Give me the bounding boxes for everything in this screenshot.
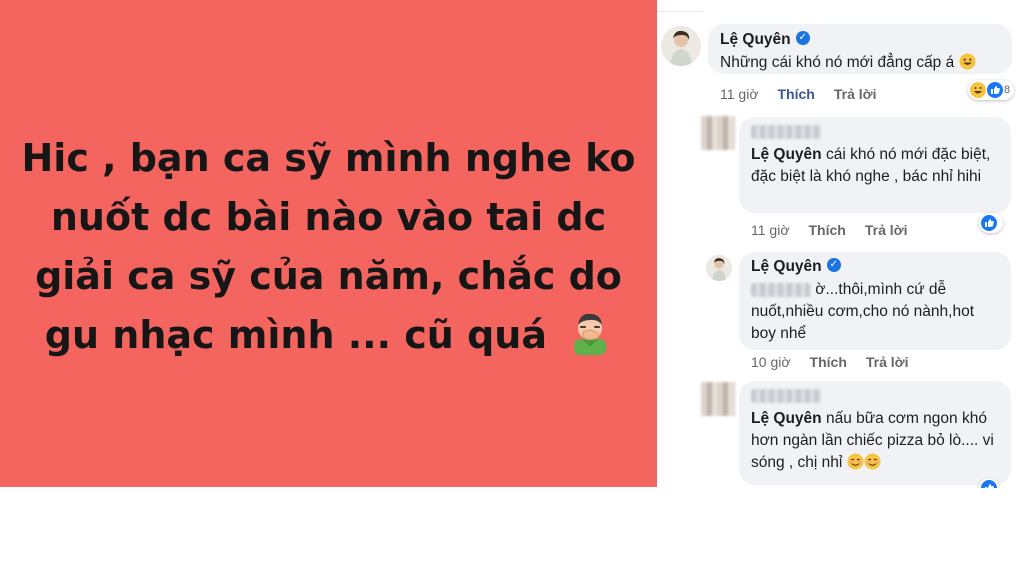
like-reaction-icon <box>981 215 997 231</box>
haha-reaction-icon <box>970 82 986 98</box>
like-reaction-icon <box>987 82 1003 98</box>
mention-link[interactable]: Lệ Quyên <box>751 146 822 163</box>
reaction-summary[interactable] <box>979 213 1004 233</box>
reply-button[interactable]: Trả lời <box>865 222 908 238</box>
avatar[interactable] <box>701 382 735 416</box>
comments-panel: Lệ Quyên ✓ Những cái khó nó mới đẳng cấp … <box>657 12 1016 488</box>
mention-blurred[interactable] <box>751 282 811 297</box>
avatar[interactable] <box>661 26 701 66</box>
comment-author[interactable]: Lệ Quyên <box>720 31 791 48</box>
reply-button[interactable]: Trả lời <box>866 354 909 370</box>
smiling-face-icon <box>847 453 864 470</box>
verified-badge-icon: ✓ <box>826 257 841 272</box>
divider <box>657 0 703 12</box>
avatar[interactable] <box>701 116 735 150</box>
comment-meta: 10 giờ Thích Trả lời <box>751 354 928 370</box>
comment-meta: 11 giờ Thích Trả lời <box>720 86 895 102</box>
smiling-face-icon <box>864 453 881 470</box>
comment-bubble: Lệ Quyên ✓ Những cái khó nó mới đẳng cấp … <box>708 24 1012 74</box>
like-button[interactable]: Thích <box>809 222 846 238</box>
like-button[interactable]: Thích <box>778 86 815 102</box>
post-text-content: Hic , bạn ca sỹ mình nghe ko nuốt dc bài… <box>21 135 636 357</box>
user-photo-icon <box>706 255 732 281</box>
user-photo-icon <box>661 26 701 66</box>
comment-text: Lệ Quyên cái khó nó mới đặc biệt, đặc bi… <box>751 146 991 185</box>
like-button[interactable]: Thích <box>810 354 847 370</box>
grinning-face-icon <box>959 53 976 70</box>
reaction-summary[interactable]: 8 <box>968 80 1015 100</box>
mention-link[interactable]: Lệ Quyên <box>751 410 822 427</box>
comment-author-blurred[interactable] <box>751 388 821 403</box>
face-with-hand-over-mouth-icon <box>574 313 607 355</box>
comment-meta: 11 giờ Thích Trả lời <box>751 222 926 238</box>
post-text: Hic , bạn ca sỹ mình nghe ko nuốt dc bài… <box>9 129 649 365</box>
comment-author[interactable]: Lệ Quyên <box>751 258 822 275</box>
comment-text: Lệ Quyên nấu bữa cơm ngon khó hơn ngàn l… <box>751 410 994 471</box>
comment-text: ờ...thôi,mình cứ dễ nuốt,nhiều cơm,cho n… <box>751 281 975 342</box>
like-reaction-icon <box>981 480 997 488</box>
comment-bubble: Lệ Quyên cái khó nó mới đặc biệt, đặc bi… <box>739 117 1011 213</box>
comment-author-blurred[interactable] <box>751 124 821 139</box>
verified-badge-icon: ✓ <box>795 30 810 45</box>
reaction-count: 8 <box>1004 84 1011 96</box>
comment-time[interactable]: 11 giờ <box>751 222 790 238</box>
post-image: Hic , bạn ca sỹ mình nghe ko nuốt dc bài… <box>0 0 657 487</box>
comment-text: Những cái khó nó mới đẳng cấp á <box>720 54 955 71</box>
comment-time[interactable]: 10 giờ <box>751 354 791 370</box>
reaction-count-blur <box>998 217 1001 229</box>
avatar[interactable] <box>706 255 732 281</box>
reply-button[interactable]: Trả lời <box>834 86 877 102</box>
comment-bubble: Lệ Quyên nấu bữa cơm ngon khó hơn ngàn l… <box>739 381 1011 485</box>
comment-time[interactable]: 11 giờ <box>720 86 759 102</box>
comment-bubble: Lệ Quyên ✓ ờ...thôi,mình cứ dễ nuốt,nhiều… <box>739 252 1011 350</box>
